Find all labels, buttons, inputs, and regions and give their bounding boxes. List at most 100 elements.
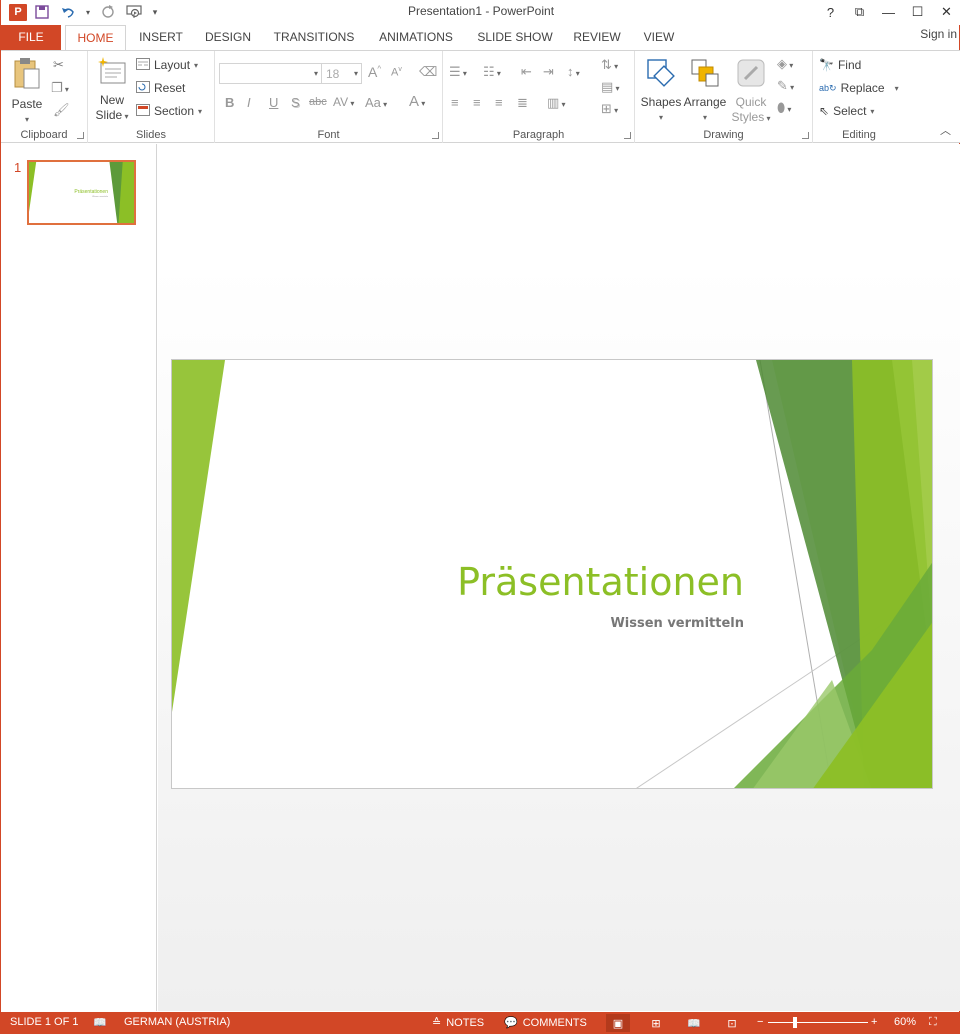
spell-check-icon[interactable]: 📖 — [93, 1016, 107, 1029]
replace-icon: ab↻ — [819, 82, 837, 93]
drawing-launcher-icon[interactable] — [802, 132, 809, 139]
slide-canvas[interactable]: Präsentationen Wissen vermitteln — [171, 359, 933, 789]
underline-button[interactable]: U — [269, 95, 278, 110]
align-left-icon[interactable]: ≡ — [451, 95, 459, 110]
columns-icon[interactable]: ▥ ▾ — [547, 95, 566, 111]
reading-view-button[interactable]: 📖 — [682, 1014, 706, 1032]
font-launcher-icon[interactable] — [432, 132, 439, 139]
bullets-icon[interactable]: ☰ ▾ — [449, 64, 467, 80]
notes-button[interactable]: ≙ NOTES — [432, 1016, 484, 1030]
cut-icon[interactable]: ✂ — [53, 57, 64, 73]
italic-button[interactable]: I — [247, 95, 251, 110]
convert-smartart-icon[interactable]: ⊞ ▾ — [601, 101, 618, 117]
shape-outline-icon[interactable]: ✎ ▾ — [777, 78, 794, 94]
shape-fill-icon[interactable]: ◈ ▾ — [777, 56, 793, 72]
tab-animations[interactable]: ANIMATIONS — [371, 25, 461, 50]
slide-show-button[interactable]: ⊡ — [720, 1014, 744, 1032]
drawing-group: Shapes ▾ Arrange ▾ Quick Styles ▾ ◈ ▾ ✎ … — [635, 51, 813, 143]
font-color-button[interactable]: A ▾ — [409, 93, 425, 110]
replace-button[interactable]: ab↻ Replace ▾ — [819, 78, 899, 98]
zoom-in-button[interactable]: + — [871, 1016, 877, 1028]
ribbon-display-options-button[interactable]: ⧉ — [845, 0, 874, 24]
zoom-slider[interactable] — [768, 1022, 868, 1023]
clipboard-group-label: Clipboard — [20, 129, 68, 141]
text-shadow-button[interactable]: S — [291, 95, 300, 110]
sign-in-link[interactable]: Sign in — [920, 27, 957, 41]
tab-slide-show[interactable]: SLIDE SHOW — [473, 25, 557, 50]
close-button[interactable]: ✕ — [932, 0, 960, 24]
slide-title[interactable]: Präsentationen — [457, 560, 744, 604]
reset-icon — [136, 80, 150, 96]
clear-formatting-icon[interactable]: ⌫ — [419, 64, 437, 80]
decrease-font-size-icon[interactable]: Av — [391, 66, 402, 79]
tab-transitions[interactable]: TRANSITIONS — [269, 25, 359, 50]
editing-group: 🔭 Find ab↻ Replace ▾ ⇖ Select ▾ Editing — [813, 51, 905, 143]
font-group: ▾ 18 ▾ A^ Av ⌫ B I U S abc AV ▾ Aa ▾ A ▾… — [215, 51, 443, 143]
tab-review[interactable]: REVIEW — [569, 25, 625, 50]
normal-view-button[interactable]: ▣ — [606, 1014, 630, 1032]
tab-home[interactable]: HOME — [65, 25, 126, 51]
section-button[interactable]: Section ▾ — [136, 101, 202, 121]
thumbnail-title: Präsentationen — [74, 189, 108, 195]
powerpoint-window: P ▾ ▾ Presentation1 - PowerPoint ? ⧉ — ☐… — [0, 0, 960, 1034]
align-text-icon[interactable]: ▤ ▾ — [601, 79, 620, 95]
shapes-button[interactable]: Shapes ▾ — [639, 57, 683, 125]
font-name-box[interactable]: ▾ — [219, 63, 322, 84]
paste-button[interactable]: Paste ▾ — [7, 57, 47, 127]
font-size-box[interactable]: 18 ▾ — [321, 63, 362, 84]
maximize-button[interactable]: ☐ — [903, 0, 932, 24]
font-size-dropdown-icon[interactable]: ▾ — [354, 69, 358, 78]
slide-sorter-button[interactable]: ⊞ — [644, 1014, 668, 1032]
text-direction-icon[interactable]: ⇅ ▾ — [601, 57, 618, 73]
tab-file[interactable]: FILE — [1, 25, 61, 50]
language-status[interactable]: GERMAN (AUSTRIA) — [124, 1016, 230, 1028]
find-button[interactable]: 🔭 Find — [819, 55, 861, 75]
align-center-icon[interactable]: ≡ — [473, 95, 481, 110]
shape-effects-icon[interactable]: ⬮ ▾ — [777, 100, 791, 116]
align-right-icon[interactable]: ≡ — [495, 95, 503, 110]
slide-thumbnail[interactable]: Präsentationen Wissen vermitteln — [27, 160, 136, 225]
character-spacing-button[interactable]: AV ▾ — [333, 95, 354, 109]
paste-icon — [7, 57, 47, 95]
paste-dropdown-icon[interactable]: ▾ — [7, 112, 47, 127]
select-label: Select — [833, 104, 867, 118]
change-case-label: Aa — [365, 95, 381, 110]
paragraph-launcher-icon[interactable] — [624, 132, 631, 139]
font-name-dropdown-icon[interactable]: ▾ — [314, 69, 318, 78]
numbering-icon[interactable]: ☷ ▾ — [483, 64, 501, 80]
slide-subtitle[interactable]: Wissen vermitteln — [610, 616, 744, 631]
zoom-slider-thumb[interactable] — [793, 1017, 797, 1028]
format-painter-icon[interactable]: 🖌 — [53, 102, 70, 118]
quick-styles-button[interactable]: Quick Styles ▾ — [729, 57, 773, 126]
tab-view[interactable]: VIEW — [637, 25, 681, 50]
new-slide-button[interactable]: New Slide ▾ — [92, 57, 132, 124]
minimize-button[interactable]: — — [874, 0, 903, 24]
slides-group-label: Slides — [136, 129, 166, 141]
layout-button[interactable]: Layout ▾ — [136, 55, 198, 75]
change-case-button[interactable]: Aa ▾ — [365, 95, 387, 110]
copy-icon[interactable]: ❐ ▾ — [51, 80, 69, 96]
decrease-indent-icon[interactable]: ⇤ — [521, 64, 532, 80]
collapse-ribbon-icon[interactable]: ︿ — [940, 122, 951, 138]
tab-insert[interactable]: INSERT — [131, 25, 191, 50]
increase-indent-icon[interactable]: ⇥ — [543, 64, 554, 80]
increase-font-size-icon[interactable]: A^ — [368, 64, 381, 80]
tab-design[interactable]: DESIGN — [198, 25, 258, 50]
clipboard-launcher-icon[interactable] — [77, 132, 84, 139]
status-bar: SLIDE 1 OF 1 📖 GERMAN (AUSTRIA) ≙ NOTES 💬… — [1, 1012, 960, 1034]
comments-button[interactable]: 💬 COMMENTS — [504, 1016, 587, 1030]
strikethrough-button[interactable]: abc — [309, 96, 327, 108]
bold-button[interactable]: B — [225, 95, 234, 110]
paragraph-group-label: Paragraph — [512, 129, 565, 141]
reset-button[interactable]: Reset — [136, 78, 185, 98]
arrange-button[interactable]: Arrange ▾ — [683, 57, 727, 125]
justify-icon[interactable]: ≣ — [517, 95, 528, 111]
help-button[interactable]: ? — [816, 0, 845, 24]
binoculars-icon: 🔭 — [819, 58, 834, 72]
language-label: GERMAN (AUSTRIA) — [124, 1016, 231, 1028]
line-spacing-icon[interactable]: ↕ ▾ — [567, 64, 580, 79]
fit-to-window-icon[interactable]: ⛶ — [929, 1016, 937, 1029]
zoom-level[interactable]: 60% — [894, 1016, 916, 1028]
select-button[interactable]: ⇖ Select ▾ — [819, 101, 874, 121]
zoom-out-button[interactable]: − — [757, 1016, 763, 1028]
